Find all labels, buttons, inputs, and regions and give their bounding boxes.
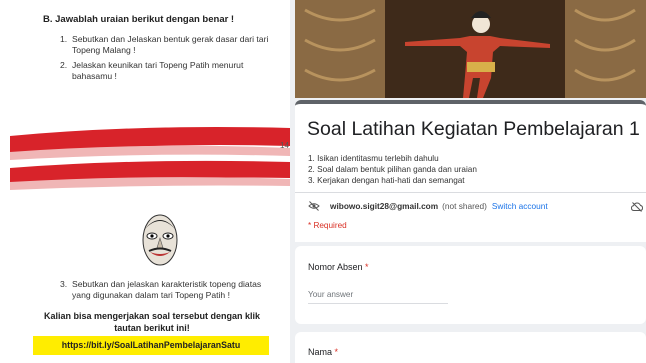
topeng-mask-image	[142, 214, 178, 266]
list-item: 1. Sebutkan dan Jelaskan bentuk gerak da…	[60, 34, 274, 56]
question-text: Sebutkan dan jelaskan karakteristik tope…	[72, 279, 262, 300]
question-label: Nomor Absen *	[308, 262, 369, 272]
switch-account-link[interactable]: Switch account	[492, 201, 548, 211]
account-email: wibowo.sigit28@gmail.com	[330, 201, 439, 211]
document-page: B. Jawablah uraian berikut dengan benar …	[0, 0, 290, 363]
form-link[interactable]: https://bit.ly/SoalLatihanPembelajaranSa…	[33, 336, 269, 355]
description-line: 1. Isikan identitasmu terlebih dahulu	[308, 154, 439, 163]
divider	[295, 192, 646, 193]
required-star: *	[334, 347, 339, 357]
form-header-card: Soal Latihan Kegiatan Pembelajaran 1 1. …	[295, 100, 646, 242]
question-card-nomor-absen: Nomor Absen * Your answer	[295, 246, 646, 324]
section-title: B. Jawablah uraian berikut dengan benar …	[43, 14, 235, 25]
question-card-nama: Nama *	[295, 332, 646, 363]
form-description: 1. Isikan identitasmu terlebih dahulu 2.…	[308, 153, 477, 186]
question-number: 3.	[60, 279, 68, 289]
google-form: Soal Latihan Kegiatan Pembelajaran 1 1. …	[290, 0, 646, 363]
form-title: Soal Latihan Kegiatan Pembelajaran 1	[307, 118, 640, 140]
red-stripe-decoration	[10, 127, 290, 190]
question-text: Sebutkan dan Jelaskan bentuk gerak dasar…	[72, 34, 269, 55]
question-text: Jelaskan keunikan tari Topeng Patih menu…	[72, 60, 244, 81]
required-star: *	[365, 262, 369, 272]
account-row: wibowo.sigit28@gmail.com (not shared) Sw…	[308, 200, 548, 212]
question-number: 2.	[60, 60, 68, 70]
description-line: 3. Kerjakan dengan hati-hati dan semanga…	[308, 176, 465, 185]
list-item: 2. Jelaskan keunikan tari Topeng Patih m…	[60, 60, 274, 82]
question-label-text: Nomor Absen	[308, 262, 363, 272]
list-item: 3. Sebutkan dan jelaskan karakteristik t…	[60, 279, 275, 301]
question-list: 1. Sebutkan dan Jelaskan bentuk gerak da…	[60, 34, 274, 86]
header-banner-image	[295, 0, 646, 98]
question-label: Nama *	[308, 347, 338, 357]
page-number: 14	[280, 141, 289, 150]
not-shared-label: (not shared)	[442, 201, 487, 211]
cloud-off-icon[interactable]	[631, 201, 643, 213]
required-note: * Required	[308, 221, 347, 230]
nomor-absen-input[interactable]: Your answer	[308, 290, 448, 304]
description-line: 2. Soal dalam bentuk pilihan ganda dan u…	[308, 165, 477, 174]
eye-off-icon	[308, 201, 320, 211]
question-label-text: Nama	[308, 347, 333, 357]
link-instruction: Kalian bisa mengerjakan soal tersebut de…	[43, 311, 261, 333]
question-number: 1.	[60, 34, 68, 44]
